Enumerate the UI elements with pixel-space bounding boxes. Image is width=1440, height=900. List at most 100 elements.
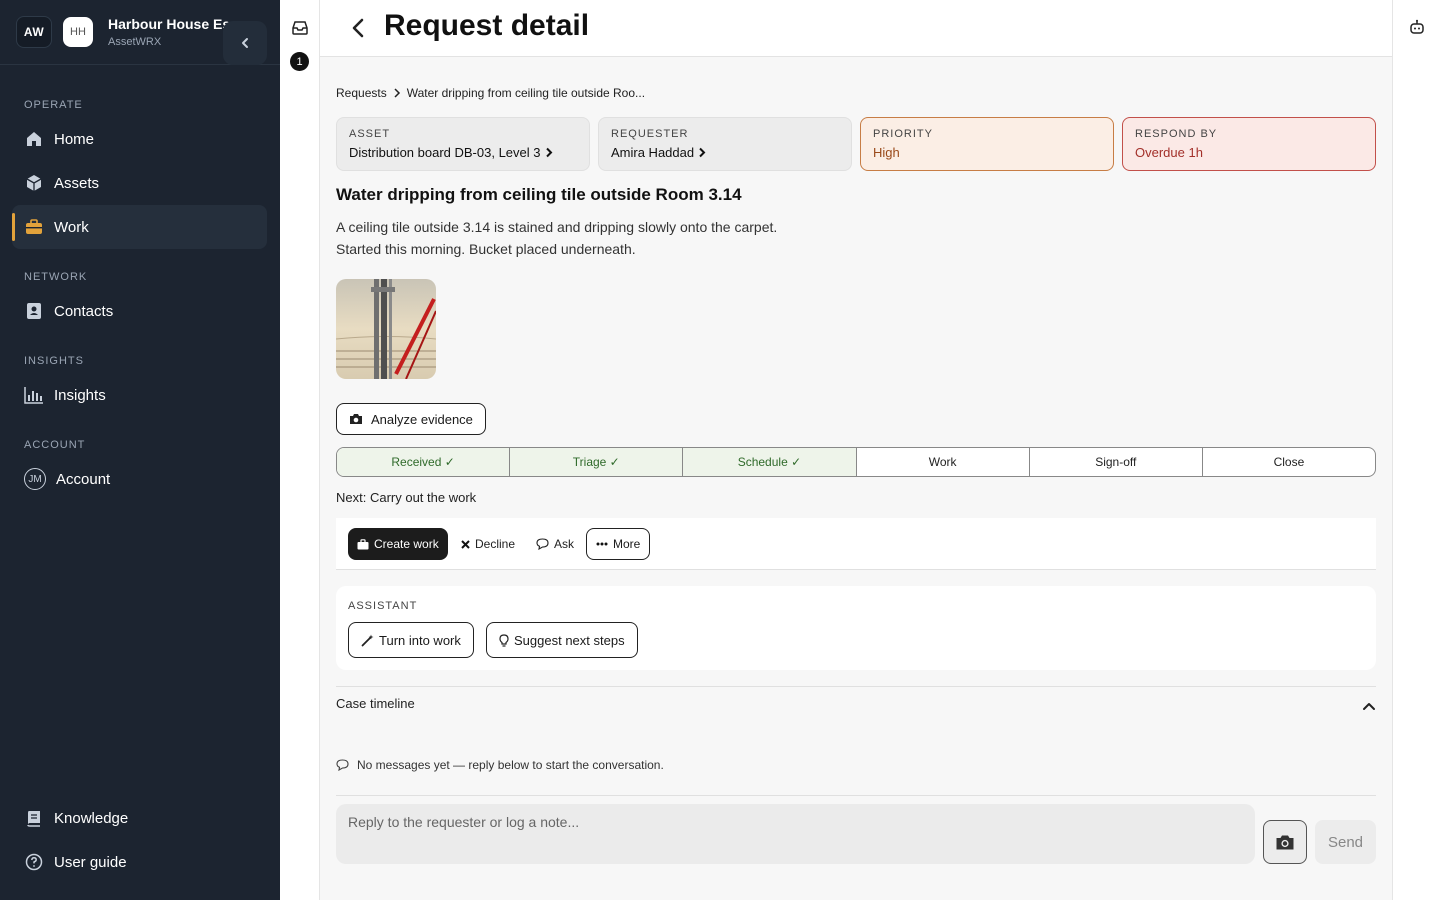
assistant-panel: ASSISTANT Turn into work Suggest next st… [336,586,1376,670]
org-avatar[interactable]: HH [63,17,93,47]
suggest-next-steps-label: Suggest next steps [514,632,625,648]
more-button[interactable]: More [586,528,651,560]
inbox-icon[interactable] [290,18,310,38]
reply-input[interactable] [336,804,1255,864]
avatar-initials: JM [28,473,42,485]
empty-message: No messages yet — reply below to start t… [357,758,664,772]
bar-chart-icon [24,385,44,405]
priority-card: PRIORITY High [860,117,1114,171]
help-circle-icon [24,852,44,872]
sidebar-item-work[interactable]: Work [12,205,267,249]
chevron-up-icon[interactable] [1360,697,1378,715]
notification-badge[interactable]: 1 [290,52,309,71]
back-button[interactable] [346,16,370,40]
sidebar-item-knowledge[interactable]: Knowledge [12,796,267,840]
stage-work[interactable]: Work [857,448,1030,476]
requester-value: Amira Haddad [611,145,695,160]
priority-value: High [873,145,900,160]
sidebar-item-label: Contacts [54,302,114,320]
stage-close[interactable]: Close [1203,448,1375,476]
lightbulb-icon [499,633,509,647]
requester-label: REQUESTER [611,128,689,140]
camera-icon [350,414,362,424]
breadcrumb-root[interactable]: Requests [336,86,387,100]
section-label-operate: OPERATE [24,99,83,111]
create-work-label: Create work [374,537,439,551]
analyze-evidence-button[interactable]: Analyze evidence [336,403,486,435]
stage-triage[interactable]: Triage ✓ [510,448,684,476]
ask-button[interactable]: Ask [536,528,574,560]
sidebar-item-label: Work [54,218,89,236]
attach-photo-button[interactable] [1263,820,1307,864]
timeline-empty-state: No messages yet — reply below to start t… [336,758,664,772]
sidebar-item-label: User guide [54,853,127,871]
section-label-insights: INSIGHTS [24,355,84,367]
sidebar-item-label: Knowledge [54,809,129,827]
divider [336,686,1376,687]
ask-label: Ask [554,537,575,551]
sidebar-item-insights[interactable]: Insights [12,373,267,417]
contact-book-icon [24,301,44,321]
sidebar-item-home[interactable]: Home [12,117,267,161]
sidebar-item-label: Insights [54,386,106,404]
book-icon [24,808,44,828]
speech-bubble-icon [536,538,549,550]
org-subtitle: AssetWRX [108,36,162,48]
chevron-left-icon [242,38,248,48]
suggest-next-steps-button[interactable]: Suggest next steps [486,622,638,658]
org-name[interactable]: Harbour House Es... [108,16,242,32]
robot-icon[interactable] [1407,17,1427,37]
turn-into-work-label: Turn into work [379,632,461,648]
collapse-sidebar-button[interactable] [223,21,267,65]
magic-wand-icon [361,634,374,646]
asset-value: Distribution board DB-03, Level 3 [349,145,541,160]
evidence-photo-thumbnail[interactable] [336,279,436,379]
case-timeline-title[interactable]: Case timeline [336,696,415,711]
requester-card[interactable]: REQUESTER Amira Haddad [598,117,852,171]
more-horizontal-icon [596,542,608,546]
stage-received[interactable]: Received ✓ [337,448,511,476]
sidebar: AW HH Harbour House Es... AssetWRX OPERA… [0,0,280,900]
more-label: More [613,537,641,551]
sidebar-item-label: Account [56,470,111,488]
workflow-stages: Received ✓ Triage ✓ Schedule ✓ Work Sign… [336,447,1376,477]
divider [336,795,1376,796]
create-work-button[interactable]: Create work [348,528,448,560]
sidebar-item-contacts[interactable]: Contacts [12,289,267,333]
breadcrumb-current: Water dripping from ceiling tile outside… [406,86,646,100]
sidebar-item-label: Home [54,130,95,148]
chevron-right-icon [545,147,552,158]
page-title: Request detail [384,9,590,42]
section-label-network: NETWORK [24,271,88,283]
home-icon [24,129,44,149]
respond-by-value: Overdue 1h [1135,145,1203,160]
turn-into-work-button[interactable]: Turn into work [348,622,474,658]
next-step-label: Next: Carry out the work [336,490,477,505]
main-content: Requests Water dripping from ceiling til… [320,57,1392,900]
sidebar-item-user-guide[interactable]: User guide [12,840,267,884]
app-logo[interactable]: AW [16,16,52,48]
icon-rail: 1 [280,0,320,900]
close-icon [461,539,470,549]
briefcase-icon [24,217,44,237]
stage-schedule[interactable]: Schedule ✓ [683,448,857,476]
right-rail [1392,0,1440,900]
asset-label: ASSET [349,128,391,140]
stage-sign-off[interactable]: Sign-off [1030,448,1203,476]
action-bar: Create work Decline Ask More [336,518,1376,570]
priority-label: PRIORITY [873,128,933,140]
description-line: Started this morning. Bucket placed unde… [336,241,636,257]
briefcase-icon [357,538,369,549]
chevron-right-icon [394,88,400,98]
sidebar-header: AW HH Harbour House Es... AssetWRX [0,0,280,65]
chevron-right-icon [699,147,706,158]
avatar: JM [24,468,46,490]
page-header: Request detail [320,0,1392,57]
sidebar-item-account[interactable]: JM Account [12,457,267,501]
send-button[interactable]: Send [1315,820,1376,864]
assistant-label: ASSISTANT [348,600,418,612]
decline-button[interactable]: Decline [461,528,515,560]
respond-by-label: RESPOND BY [1135,128,1218,140]
sidebar-item-assets[interactable]: Assets [12,161,267,205]
asset-card[interactable]: ASSET Distribution board DB-03, Level 3 [336,117,590,171]
